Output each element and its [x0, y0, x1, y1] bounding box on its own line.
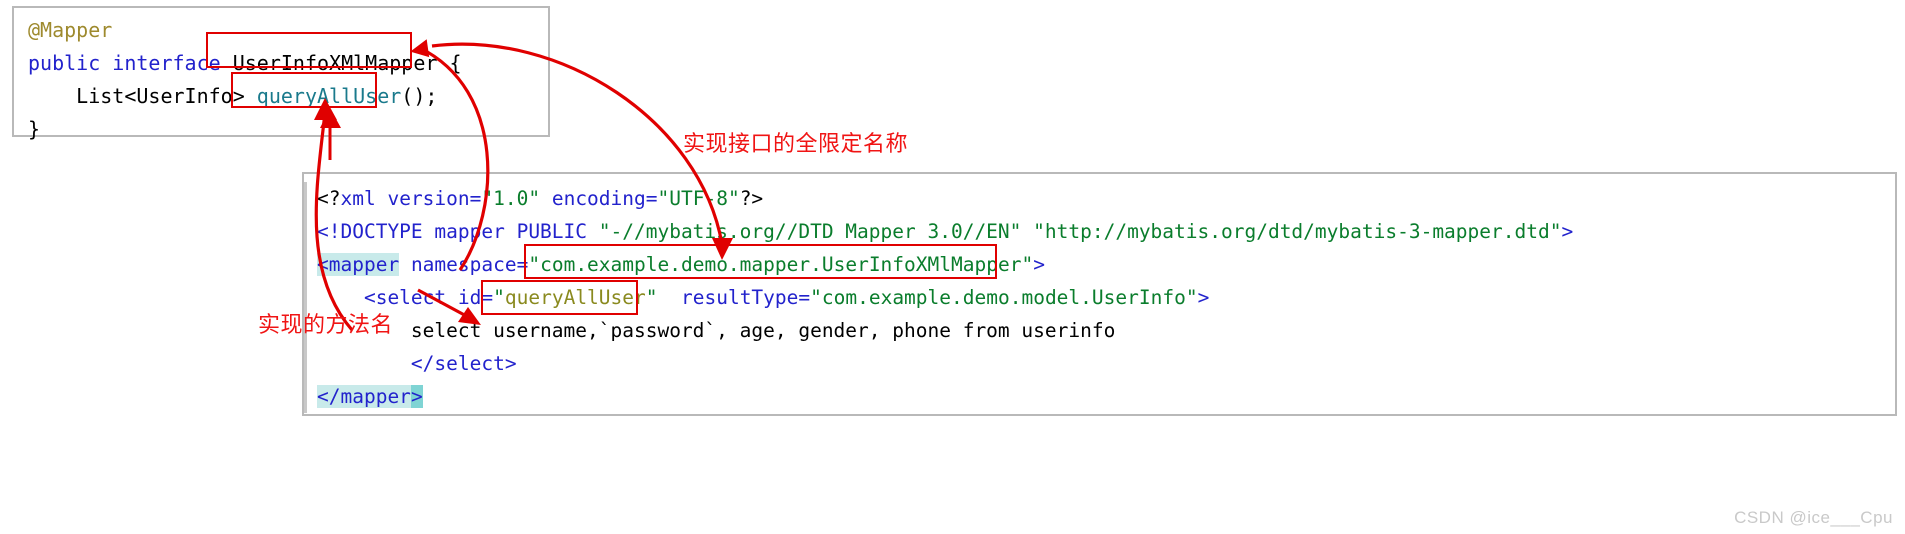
code-token: {: [437, 51, 462, 75]
code-token: List<UserInfo>: [28, 84, 257, 108]
code-token: mapper: [340, 385, 411, 408]
code-token: version=: [375, 187, 482, 210]
code-token: com.example.demo.mapper.UserInfoXMlMappe…: [540, 253, 1022, 276]
code-token: <: [317, 286, 376, 309]
code-token: namespace=: [399, 253, 529, 276]
code-token: ": [1021, 253, 1034, 276]
xml-line: select username,`password`, age, gender,…: [304, 314, 1895, 347]
code-token: queryAllUser: [256, 84, 402, 108]
code-token: "-//mybatis.org//DTD Mapper 3.0//EN": [598, 220, 1022, 243]
java-line: @Mapper: [28, 14, 548, 47]
code-token: ": [645, 286, 658, 309]
code-token: @Mapper: [28, 18, 113, 42]
code-token: >: [1033, 253, 1045, 276]
code-token: >: [1197, 286, 1210, 309]
java-line: }: [28, 113, 548, 146]
code-token: <!DOCTYPE mapper PUBLIC: [317, 220, 599, 243]
java-line: List<UserInfo> queryAllUser();: [28, 80, 548, 113]
java-line: public interface UserInfoXMlMapper {: [28, 47, 548, 80]
code-token: ": [493, 286, 505, 309]
code-token: encoding=: [540, 187, 658, 210]
code-token: id=: [446, 286, 494, 309]
code-token: ": [528, 253, 541, 276]
xml-code-lines: <?xml version="1.0" encoding="UTF-8"?> <!…: [304, 182, 1895, 413]
csdn-watermark: CSDN @ice___Cpu: [1734, 508, 1893, 527]
xml-line: <mapper namespace="com.example.demo.mapp…: [304, 248, 1895, 281]
java-code-lines: @Mapper public interface UserInfoXMlMappe…: [28, 14, 548, 146]
code-token: >: [504, 352, 517, 375]
code-token: <?: [317, 187, 341, 210]
code-token: queryAllUser: [504, 286, 646, 309]
code-token: public: [28, 51, 101, 75]
code-token: resultType=: [657, 286, 811, 309]
xml-line: </select>: [304, 347, 1895, 380]
sql-statement-text: select username,`password`, age, gender,…: [317, 319, 1116, 342]
annotation-label-interface-fqn: 实现接口的全限定名称: [683, 132, 909, 157]
code-token: select: [434, 352, 505, 375]
code-token: </: [317, 352, 435, 375]
code-token: >: [1561, 220, 1574, 243]
code-token: mapper: [328, 253, 400, 276]
code-token: }: [28, 117, 41, 141]
code-token: "1.0": [481, 187, 541, 210]
code-token: >: [410, 385, 423, 408]
code-token: <: [317, 253, 329, 276]
code-token: select: [375, 286, 447, 309]
xml-line: <select id="queryAllUser" resultType="co…: [304, 281, 1895, 314]
code-token: "com.example.demo.model.UserInfo": [810, 286, 1198, 309]
code-token: "UTF-8": [657, 187, 740, 210]
code-token: UserInfoXMlMapper: [232, 51, 438, 75]
xml-mapper-code-block: <?xml version="1.0" encoding="UTF-8"?> <!…: [302, 172, 1897, 416]
xml-line: <!DOCTYPE mapper PUBLIC "-//mybatis.org/…: [304, 215, 1895, 248]
code-token: </: [317, 385, 341, 408]
annotation-label-method-name: 实现的方法名: [258, 313, 394, 338]
code-token: "http://mybatis.org/dtd/mybatis-3-mapper…: [1033, 220, 1562, 243]
code-token: ();: [401, 84, 438, 108]
code-token: xml: [340, 187, 376, 210]
xml-line: </mapper>: [304, 380, 1895, 413]
code-token: ?>: [739, 187, 764, 210]
code-token: interface: [112, 51, 221, 75]
java-interface-code-block: @Mapper public interface UserInfoXMlMappe…: [12, 6, 550, 141]
xml-line: <?xml version="1.0" encoding="UTF-8"?>: [304, 182, 1895, 215]
